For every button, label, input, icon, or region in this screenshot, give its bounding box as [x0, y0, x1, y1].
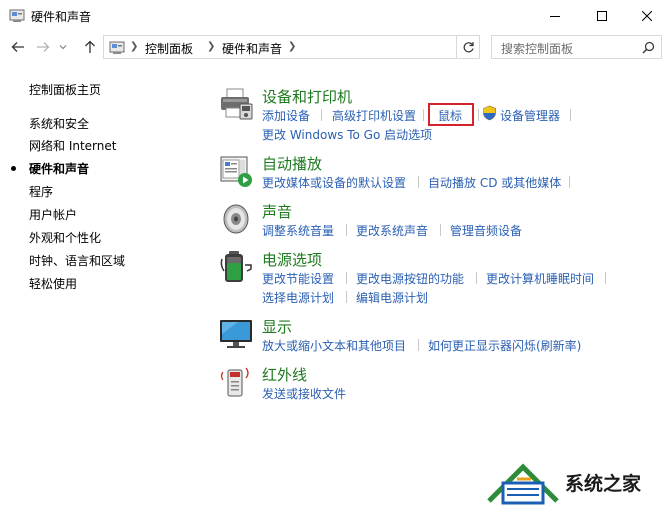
link-windows-to-go[interactable]: 更改 Windows To Go 启动选项	[262, 126, 432, 143]
link-add-device[interactable]: 添加设备	[262, 107, 310, 124]
search-box[interactable]: 搜索控制面板	[491, 35, 662, 59]
watermark: 系统之家	[483, 455, 670, 507]
link-zoom-text[interactable]: 放大或缩小文本和其他项目	[262, 337, 406, 354]
link-mouse[interactable]: 鼠标	[438, 107, 462, 124]
navigation-bar: ❯ 控制面板 ❯ 硬件和声音 ❯ 搜索控制面板	[0, 33, 670, 61]
link-adjust-volume[interactable]: 调整系统音量	[262, 222, 334, 239]
breadcrumb-separator-icon[interactable]: ❯	[207, 41, 215, 52]
breadcrumb-separator-icon[interactable]: ❯	[130, 41, 138, 52]
sidebar-item-home[interactable]: 控制面板主页	[29, 81, 101, 98]
link-change-system-sounds[interactable]: 更改系统声音	[356, 222, 428, 239]
category-title-sound[interactable]: 声音	[262, 201, 292, 222]
link-separator	[423, 109, 424, 121]
link-separator	[346, 291, 347, 303]
link-separator	[418, 176, 419, 188]
current-item-bullet	[11, 166, 16, 171]
maximize-icon	[597, 11, 607, 21]
refresh-icon	[463, 41, 474, 52]
sidebar-item-appearance[interactable]: 外观和个性化	[29, 229, 101, 246]
link-autoplay-cd[interactable]: 自动播放 CD 或其他媒体	[428, 174, 561, 191]
arrow-up-icon	[85, 40, 95, 53]
link-separator	[418, 339, 419, 351]
link-change-media-defaults[interactable]: 更改媒体或设备的默认设置	[262, 174, 406, 191]
link-change-sleep-time[interactable]: 更改计算机睡眠时间	[486, 270, 594, 287]
printer-icon	[221, 88, 253, 120]
breadcrumb-hardware-sound[interactable]: 硬件和声音	[222, 40, 282, 57]
link-separator	[346, 224, 347, 236]
link-separator	[478, 109, 479, 121]
sidebar-item-ease-of-access[interactable]: 轻松使用	[29, 275, 77, 292]
sidebar-item-hardware-sound[interactable]: 硬件和声音	[29, 160, 89, 177]
forward-button[interactable]	[33, 37, 53, 57]
link-separator	[605, 272, 606, 284]
link-separator	[440, 224, 441, 236]
minimize-button[interactable]	[532, 0, 578, 32]
speaker-icon	[223, 204, 249, 234]
sidebar-item-clock-region[interactable]: 时钟、语言和区域	[29, 252, 125, 269]
arrow-left-icon	[11, 42, 24, 52]
search-input[interactable]: 搜索控制面板	[501, 40, 573, 57]
link-separator	[570, 109, 571, 121]
link-separator	[321, 109, 322, 121]
uac-shield-icon	[483, 105, 496, 121]
control-panel-icon	[109, 41, 125, 54]
link-edit-power-plan[interactable]: 编辑电源计划	[356, 289, 428, 306]
refresh-button[interactable]	[456, 35, 480, 59]
recent-locations-button[interactable]	[56, 37, 70, 57]
back-button[interactable]	[8, 37, 28, 57]
breadcrumb-control-panel[interactable]: 控制面板	[145, 40, 193, 57]
category-title-display[interactable]: 显示	[262, 316, 292, 337]
link-power-button-function[interactable]: 更改电源按钮的功能	[356, 270, 464, 287]
close-icon	[642, 11, 652, 21]
search-icon[interactable]	[642, 41, 655, 54]
chevron-down-icon	[59, 45, 67, 50]
title-bar: 硬件和声音	[0, 0, 670, 32]
control-panel-icon	[9, 9, 25, 22]
sidebar-item-system-security[interactable]: 系统和安全	[29, 115, 89, 132]
arrow-right-icon	[37, 42, 50, 52]
window-title: 硬件和声音	[31, 10, 92, 24]
sidebar-item-network[interactable]: 网络和 Internet	[29, 137, 116, 154]
address-bar[interactable]: ❯ 控制面板 ❯ 硬件和声音 ❯	[103, 35, 545, 59]
close-button[interactable]	[624, 0, 670, 32]
sidebar-item-user-accounts[interactable]: 用户帐户	[29, 206, 77, 223]
maximize-button[interactable]	[579, 0, 625, 32]
category-title-autoplay[interactable]: 自动播放	[262, 153, 322, 174]
link-manage-audio-devices[interactable]: 管理音频设备	[450, 222, 522, 239]
link-separator	[476, 272, 477, 284]
breadcrumb-separator-icon[interactable]: ❯	[288, 41, 296, 52]
battery-icon	[220, 251, 252, 282]
monitor-icon	[220, 320, 252, 348]
link-device-manager[interactable]: 设备管理器	[500, 107, 560, 124]
category-title-power[interactable]: 电源选项	[262, 249, 322, 270]
category-title-infrared[interactable]: 红外线	[262, 364, 307, 385]
link-fix-flicker[interactable]: 如何更正显示器闪烁(刷新率)	[428, 337, 581, 354]
minimize-icon	[550, 16, 560, 17]
up-button[interactable]	[80, 37, 100, 57]
link-separator	[346, 272, 347, 284]
link-change-power-saving[interactable]: 更改节能设置	[262, 270, 334, 287]
house-logo-icon	[487, 463, 559, 505]
watermark-text: 系统之家	[565, 473, 642, 495]
link-advanced-printer-settings[interactable]: 高级打印机设置	[332, 107, 416, 124]
link-choose-power-plan[interactable]: 选择电源计划	[262, 289, 334, 306]
category-title-devices-printers[interactable]: 设备和打印机	[262, 86, 352, 107]
infrared-icon	[220, 367, 249, 397]
link-send-receive-files[interactable]: 发送或接收文件	[262, 385, 346, 402]
link-separator	[569, 176, 570, 188]
sidebar-item-programs[interactable]: 程序	[29, 183, 53, 200]
autoplay-icon	[220, 156, 252, 187]
